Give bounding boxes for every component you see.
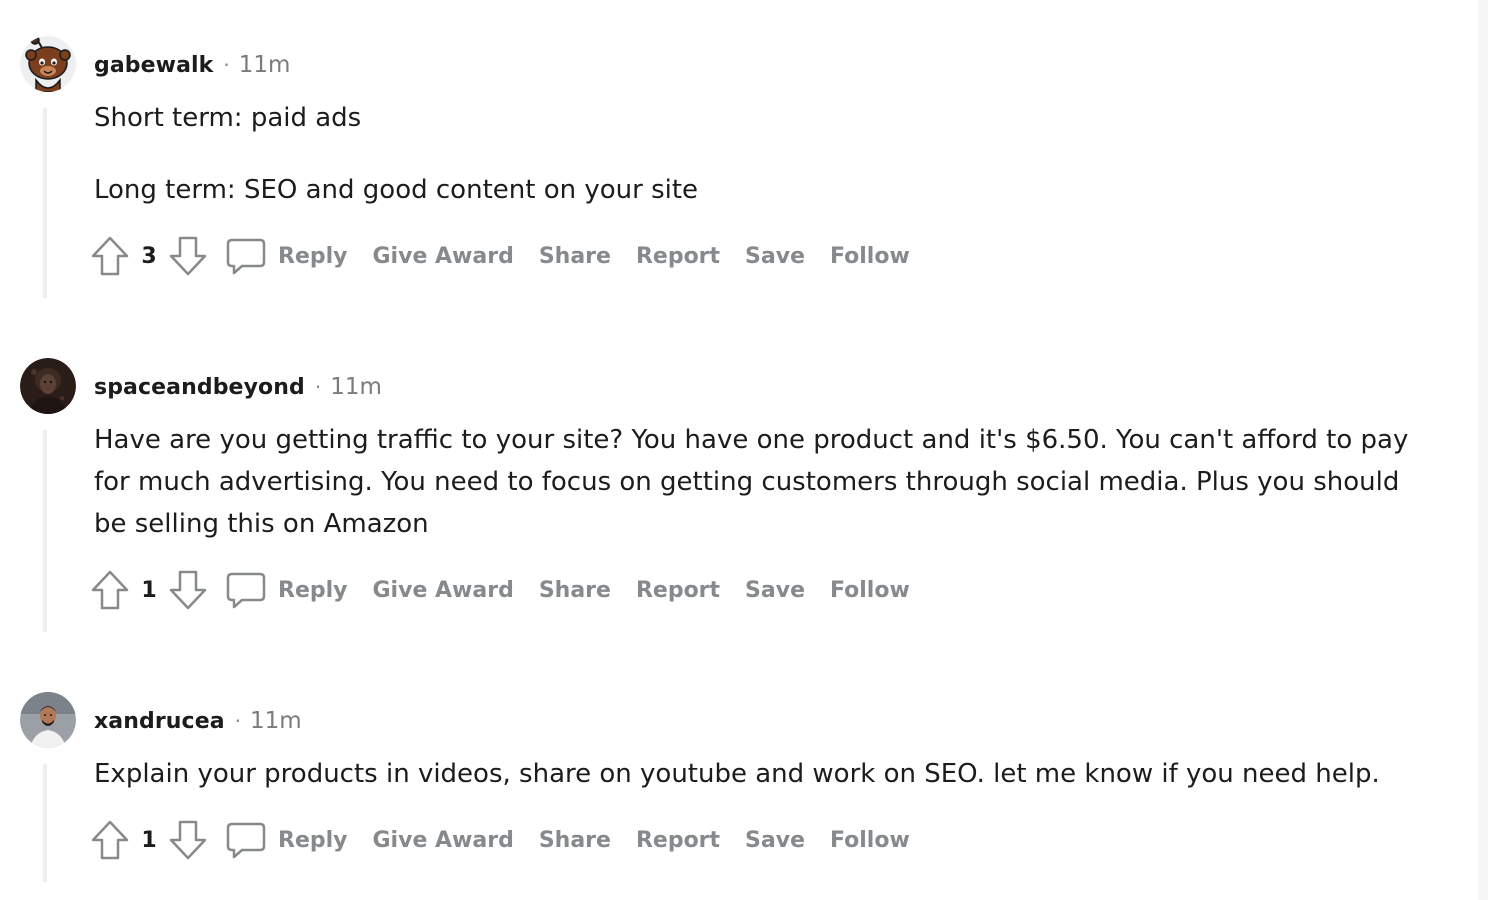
snoo-avatar-icon[interactable] bbox=[20, 36, 76, 92]
upvote-arrow-icon bbox=[91, 236, 129, 276]
share-button[interactable]: Share bbox=[539, 828, 611, 853]
save-button[interactable]: Save bbox=[745, 828, 805, 853]
reply-button[interactable]: Reply bbox=[226, 820, 348, 860]
comment-bubble-icon bbox=[226, 572, 266, 609]
vote-score: 1 bbox=[141, 827, 157, 853]
comment: spaceandbeyond · 11m Have are you gettin… bbox=[0, 330, 1460, 635]
username[interactable]: gabewalk bbox=[94, 53, 213, 78]
comment: xandrucea · 11m Explain your products in… bbox=[0, 664, 1460, 900]
report-button[interactable]: Report bbox=[636, 828, 720, 853]
comment: gabewalk · 11m Short term: paid ads Long… bbox=[0, 0, 1460, 300]
comment-body: Explain your products in videos, share o… bbox=[94, 753, 1424, 795]
follow-button[interactable]: Follow bbox=[830, 244, 910, 269]
thread-line[interactable] bbox=[43, 108, 47, 298]
comment-body: Short term: paid ads Long term: SEO and … bbox=[94, 97, 1424, 211]
give-award-button[interactable]: Give Award bbox=[373, 578, 514, 603]
save-button[interactable]: Save bbox=[745, 244, 805, 269]
comment-actions: 3 Reply Give Award Share Report Save Fol… bbox=[90, 234, 910, 278]
meta-separator: · bbox=[314, 375, 322, 399]
share-button[interactable]: Share bbox=[539, 244, 611, 269]
reply-button[interactable]: Reply bbox=[226, 236, 348, 276]
upvote-arrow-icon bbox=[91, 820, 129, 860]
comment-paragraph: Explain your products in videos, share o… bbox=[94, 759, 1380, 789]
meta-separator: · bbox=[223, 53, 230, 77]
timestamp[interactable]: 11m bbox=[330, 374, 382, 400]
user-photo-avatar[interactable] bbox=[20, 358, 76, 414]
vote-score: 1 bbox=[141, 577, 157, 603]
downvote-arrow-icon bbox=[169, 570, 207, 610]
give-award-button[interactable]: Give Award bbox=[373, 828, 514, 853]
downvote-arrow-icon bbox=[169, 820, 207, 860]
user-photo-avatar[interactable] bbox=[20, 692, 76, 748]
upvote-button[interactable] bbox=[90, 568, 130, 612]
comment-meta: gabewalk · 11m bbox=[94, 49, 290, 81]
vote-score: 3 bbox=[141, 243, 157, 269]
downvote-button[interactable] bbox=[168, 568, 208, 612]
reply-label: Reply bbox=[278, 243, 348, 269]
username[interactable]: xandrucea bbox=[94, 709, 225, 734]
comment-meta: xandrucea · 11m bbox=[94, 705, 302, 737]
reply-label: Reply bbox=[278, 577, 348, 603]
comment-meta: spaceandbeyond · 11m bbox=[94, 371, 382, 403]
save-button[interactable]: Save bbox=[745, 578, 805, 603]
comment-bubble-icon bbox=[226, 822, 266, 859]
thread-line[interactable] bbox=[43, 764, 47, 882]
comment-paragraph: Short term: paid ads bbox=[94, 103, 362, 133]
report-button[interactable]: Report bbox=[636, 244, 720, 269]
username[interactable]: spaceandbeyond bbox=[94, 375, 305, 400]
comment-thread: gabewalk · 11m Short term: paid ads Long… bbox=[0, 0, 1488, 900]
upvote-button[interactable] bbox=[90, 818, 130, 862]
upvote-button[interactable] bbox=[90, 234, 130, 278]
report-button[interactable]: Report bbox=[636, 578, 720, 603]
comment-bubble-icon bbox=[226, 238, 266, 275]
reply-button[interactable]: Reply bbox=[226, 570, 348, 610]
downvote-arrow-icon bbox=[169, 236, 207, 276]
upvote-arrow-icon bbox=[91, 570, 129, 610]
downvote-button[interactable] bbox=[168, 818, 208, 862]
share-button[interactable]: Share bbox=[539, 578, 611, 603]
comment-paragraph: Have are you getting traffic to your sit… bbox=[94, 425, 1409, 539]
thread-line[interactable] bbox=[43, 430, 47, 632]
comment-actions: 1 Reply Give Award Share Report Save Fol… bbox=[90, 568, 910, 612]
timestamp[interactable]: 11m bbox=[239, 52, 291, 78]
timestamp[interactable]: 11m bbox=[250, 708, 302, 734]
scrollbar-track[interactable] bbox=[1478, 0, 1488, 900]
give-award-button[interactable]: Give Award bbox=[373, 244, 514, 269]
comment-paragraph: Long term: SEO and good content on your … bbox=[94, 175, 699, 205]
comment-body: Have are you getting traffic to your sit… bbox=[94, 419, 1424, 545]
follow-button[interactable]: Follow bbox=[830, 578, 910, 603]
downvote-button[interactable] bbox=[168, 234, 208, 278]
comment-actions: 1 Reply Give Award Share Report Save Fol… bbox=[90, 818, 910, 862]
meta-separator: · bbox=[234, 709, 242, 733]
reply-label: Reply bbox=[278, 827, 348, 853]
follow-button[interactable]: Follow bbox=[830, 828, 910, 853]
